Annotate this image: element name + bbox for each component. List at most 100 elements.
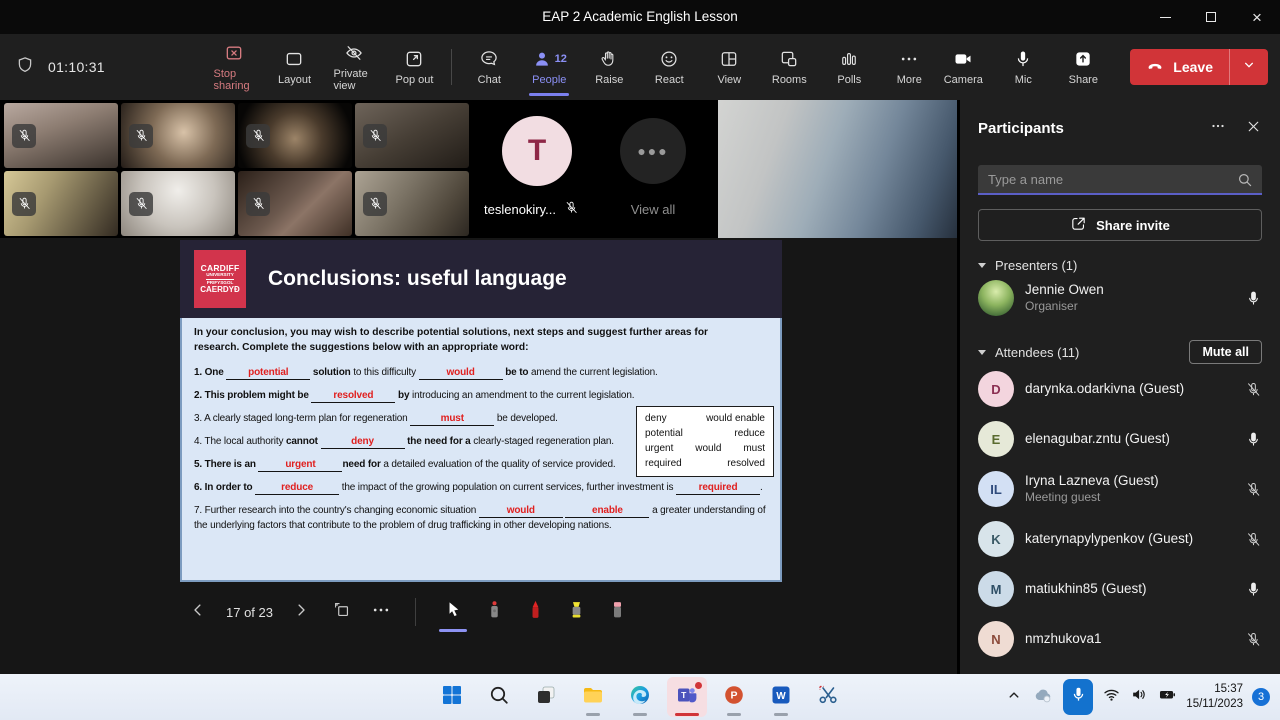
leave-options-button[interactable] bbox=[1230, 49, 1268, 85]
taskview-taskbar-button[interactable] bbox=[526, 677, 566, 717]
start-taskbar-button[interactable] bbox=[432, 677, 472, 717]
share-invite-button[interactable]: Share invite bbox=[978, 209, 1262, 241]
participant-row[interactable]: Mmatiukhin85 (Guest) bbox=[960, 564, 1280, 614]
close-button[interactable]: × bbox=[1234, 0, 1280, 34]
mic-off-icon[interactable] bbox=[1245, 531, 1262, 548]
clock[interactable]: 15:37 15/11/2023 bbox=[1186, 682, 1243, 712]
cardiff-university-logo: CARDIFF UNIVERSITY PRIFYSGOL CAERDYÐ bbox=[194, 250, 246, 308]
react-button[interactable]: React bbox=[642, 46, 696, 88]
participant-row[interactable]: Kkaterynapylypenkov (Guest) bbox=[960, 514, 1280, 564]
answer-blank: potential bbox=[226, 367, 310, 380]
slide-text: amend the current legislation. bbox=[531, 367, 658, 378]
video-tile[interactable] bbox=[355, 103, 469, 168]
previous-slide-button[interactable] bbox=[184, 598, 212, 626]
more-label: More bbox=[897, 74, 922, 86]
snip-taskbar-button[interactable] bbox=[808, 677, 848, 717]
participant-search-input[interactable] bbox=[978, 165, 1262, 195]
laser-tool-button[interactable] bbox=[477, 595, 511, 629]
mic-on-icon[interactable] bbox=[1245, 581, 1262, 598]
mic-off-icon[interactable] bbox=[1245, 481, 1262, 498]
laser-icon bbox=[484, 599, 505, 625]
participant-row[interactable]: ILIryna Lazneva (Guest)Meeting guest bbox=[960, 464, 1280, 514]
edge-taskbar-button[interactable] bbox=[620, 677, 660, 717]
rooms-button[interactable]: Rooms bbox=[762, 46, 816, 88]
mute-all-button[interactable]: Mute all bbox=[1189, 340, 1262, 364]
people-button[interactable]: 12 People bbox=[522, 46, 576, 88]
raise-button[interactable]: Raise bbox=[582, 46, 636, 88]
mic-icon bbox=[1013, 48, 1033, 70]
mic-off-icon[interactable] bbox=[1245, 631, 1262, 648]
notification-count-badge[interactable]: 3 bbox=[1252, 688, 1270, 706]
highlighter-tool-button[interactable] bbox=[559, 595, 593, 629]
answer-blank: would bbox=[479, 505, 563, 518]
slide-text: 1. One bbox=[194, 367, 226, 378]
eraser-icon bbox=[607, 599, 628, 625]
tray-time: 15:37 bbox=[1186, 682, 1243, 697]
participant-row[interactable]: Eelenagubar.zntu (Guest) bbox=[960, 414, 1280, 464]
mic-on-icon[interactable] bbox=[1245, 290, 1262, 307]
private-view-button[interactable]: Private view bbox=[327, 40, 381, 94]
powerpoint-taskbar-button[interactable]: P bbox=[714, 677, 754, 717]
video-tile[interactable] bbox=[238, 171, 352, 236]
share-button[interactable]: Share bbox=[1056, 46, 1110, 88]
polls-button[interactable]: Polls bbox=[822, 46, 876, 88]
mic-off-icon[interactable] bbox=[1245, 381, 1262, 398]
tray-chevron-up-icon[interactable] bbox=[1005, 686, 1023, 709]
people-count-badge: 12 bbox=[555, 53, 567, 65]
slide-text: need for bbox=[342, 459, 383, 470]
shared-content-stage: CARDIFF UNIVERSITY PRIFYSGOL CAERDYÐ Con… bbox=[0, 238, 957, 674]
mic-off-icon bbox=[12, 192, 36, 216]
window-title: EAP 2 Academic English Lesson bbox=[0, 0, 1280, 34]
leave-button[interactable]: Leave bbox=[1130, 49, 1229, 85]
panel-more-options-button[interactable] bbox=[1209, 117, 1227, 140]
polls-icon bbox=[839, 48, 859, 70]
presenters-section-header[interactable]: Presenters (1) bbox=[960, 258, 1280, 273]
participant-row[interactable]: Jennie OwenOrganiser bbox=[960, 273, 1280, 323]
mic-on-icon[interactable] bbox=[1245, 431, 1262, 448]
word-icon: W bbox=[769, 683, 793, 712]
onedrive-icon[interactable] bbox=[1032, 684, 1054, 711]
video-tile[interactable] bbox=[238, 103, 352, 168]
minimize-button[interactable] bbox=[1142, 0, 1188, 34]
svg-text:W: W bbox=[776, 691, 786, 702]
video-tile[interactable] bbox=[121, 171, 235, 236]
presenters-list: Jennie OwenOrganiser bbox=[960, 273, 1280, 323]
view-button[interactable]: View bbox=[702, 46, 756, 88]
more-presentation-options-button[interactable] bbox=[367, 598, 395, 626]
wifi-icon[interactable] bbox=[1102, 685, 1121, 709]
search-taskbar-button[interactable] bbox=[479, 677, 519, 717]
slide-grid-button[interactable] bbox=[327, 598, 355, 626]
cursor-tool-button[interactable] bbox=[436, 595, 470, 629]
battery-icon[interactable] bbox=[1158, 685, 1177, 709]
next-slide-button[interactable] bbox=[287, 598, 315, 626]
chat-button[interactable]: Chat bbox=[462, 46, 516, 88]
camera-button[interactable]: Camera bbox=[936, 46, 990, 88]
more-button[interactable]: More bbox=[882, 46, 936, 88]
word-taskbar-button[interactable]: W bbox=[761, 677, 801, 717]
tray-mic-button[interactable] bbox=[1063, 679, 1093, 715]
pen-tool-button[interactable] bbox=[518, 595, 552, 629]
volume-icon[interactable] bbox=[1130, 685, 1149, 709]
eraser-tool-button[interactable] bbox=[600, 595, 634, 629]
video-tile[interactable] bbox=[4, 103, 118, 168]
video-tile[interactable] bbox=[4, 171, 118, 236]
attendees-section-header[interactable]: Attendees (11) Mute all bbox=[960, 340, 1280, 364]
participant-row[interactable]: Ddarynka.odarkivna (Guest) bbox=[960, 364, 1280, 414]
layout-button[interactable]: Layout bbox=[267, 46, 321, 88]
answer-blank: urgent bbox=[258, 459, 342, 472]
explorer-taskbar-button[interactable] bbox=[573, 677, 613, 717]
participant-row[interactable]: Nnmzhukova1 bbox=[960, 614, 1280, 664]
slide-text: by bbox=[395, 390, 412, 401]
view-all-button[interactable]: ●●● bbox=[620, 118, 686, 184]
window-controls: × bbox=[1142, 0, 1280, 34]
people-label: People bbox=[532, 74, 566, 86]
video-tile[interactable] bbox=[355, 171, 469, 236]
stop-sharing-button[interactable]: Stop sharing bbox=[207, 40, 261, 94]
pop-out-button[interactable]: Pop out bbox=[387, 46, 441, 88]
active-speaker-video[interactable] bbox=[718, 100, 957, 238]
panel-close-button[interactable] bbox=[1245, 118, 1262, 140]
maximize-button[interactable] bbox=[1188, 0, 1234, 34]
teams-taskbar-button[interactable]: T bbox=[667, 677, 707, 717]
mic-button[interactable]: Mic bbox=[996, 46, 1050, 88]
video-tile[interactable] bbox=[121, 103, 235, 168]
